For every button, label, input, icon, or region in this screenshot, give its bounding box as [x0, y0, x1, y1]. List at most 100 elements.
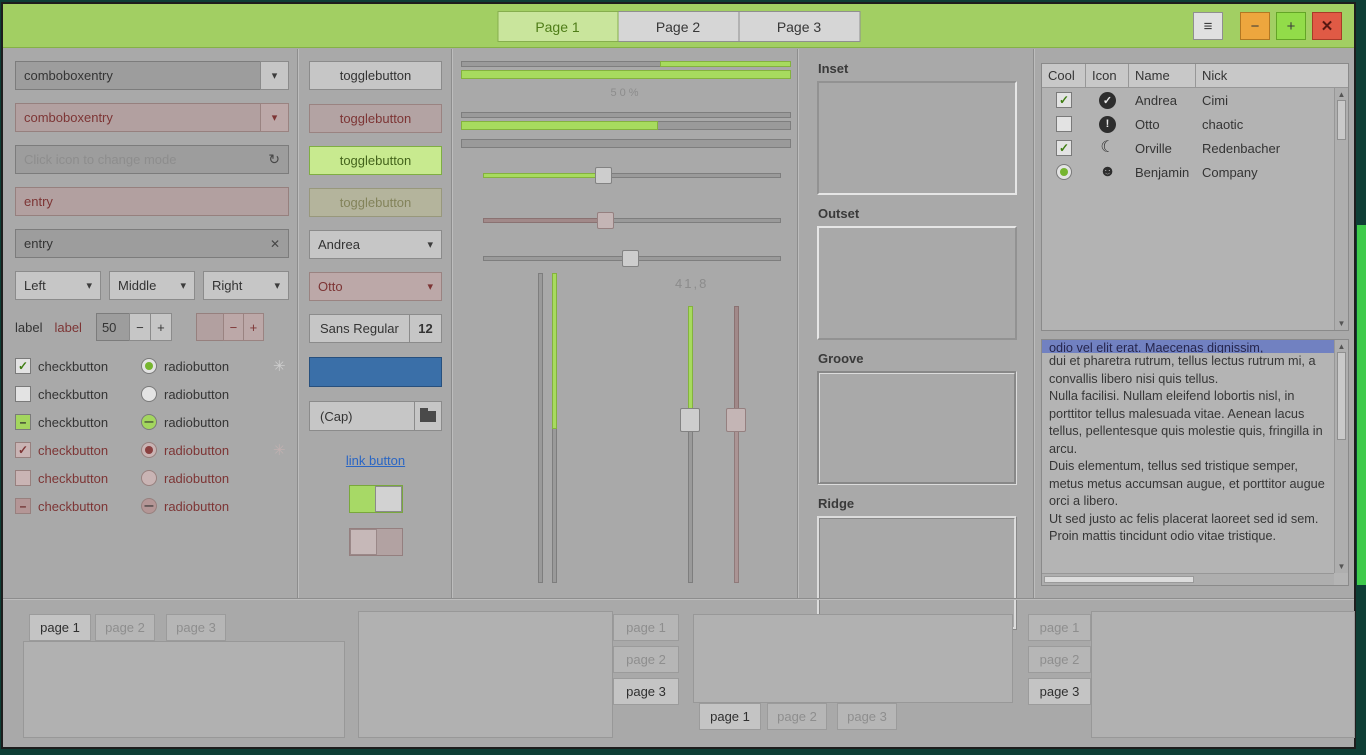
spinner-icon: ✳ — [273, 441, 286, 459]
tab-page-3[interactable]: Page 3 — [739, 11, 860, 42]
hscale-handle[interactable] — [595, 167, 612, 184]
spinbutton-input-disabled — [196, 313, 224, 341]
radio-indeterminate[interactable]: – — [141, 414, 157, 430]
column-header-icon[interactable]: Icon — [1086, 64, 1129, 88]
radiobutton-label: radiobutton — [164, 387, 267, 402]
table-row[interactable]: ! Otto chaotic — [1042, 112, 1348, 136]
text-scrollbar-vertical[interactable]: ▲ ▼ — [1334, 340, 1348, 573]
switch-handle[interactable] — [375, 486, 402, 512]
togglebutton-active[interactable]: togglebutton — [309, 146, 442, 175]
togglebutton-disabled: togglebutton — [309, 104, 442, 133]
tab-page-2[interactable]: Page 2 — [618, 11, 739, 42]
text-scrollbar-horizontal[interactable] — [1042, 573, 1334, 585]
radio-selected[interactable] — [141, 358, 157, 374]
radio-dot — [145, 446, 153, 454]
link-button[interactable]: link button — [346, 453, 405, 471]
comboboxentry-input[interactable]: comboboxentry — [15, 61, 261, 90]
column-header-cool[interactable]: Cool — [1042, 64, 1086, 88]
switch-on[interactable] — [349, 485, 403, 513]
mode-entry-placeholder: Click icon to change mode — [24, 152, 176, 167]
checkbox-checked[interactable]: ✓ — [15, 358, 31, 374]
refresh-icon[interactable]: ↻ — [268, 151, 280, 168]
scrollbar-thumb[interactable] — [1337, 352, 1346, 440]
tab-page-3[interactable]: page 3 — [613, 678, 679, 705]
mode-entry-input[interactable]: Click icon to change mode ↻ — [15, 145, 289, 174]
tab-page-1[interactable]: page 1 — [29, 614, 91, 641]
minimize-button[interactable]: − — [1240, 12, 1270, 40]
color-button[interactable] — [309, 357, 442, 387]
combo-left[interactable]: Left ▾ — [15, 271, 101, 300]
togglebutton[interactable]: togglebutton — [309, 61, 442, 90]
dash-icon: – — [20, 500, 27, 512]
column-header-name[interactable]: Name — [1129, 64, 1196, 88]
vscale-trough-handle[interactable] — [688, 306, 693, 583]
widget-factory-window: Page 1 Page 2 Page 3 ≡ − + ✕ comboboxent… — [1, 2, 1356, 749]
checkbox-unchecked[interactable] — [1056, 116, 1072, 132]
clear-icon[interactable]: ✕ — [270, 237, 280, 251]
spin-plus-icon[interactable]: + — [150, 313, 172, 341]
file-chooser-button[interactable]: (Cap) — [309, 401, 415, 431]
chevron-down-icon: ▾ — [86, 279, 92, 292]
dash-icon: – — [145, 497, 154, 515]
tab-page-3: page 3 — [166, 614, 226, 641]
font-button[interactable]: Sans Regular — [309, 314, 410, 343]
scroll-up-icon[interactable]: ▲ — [1335, 342, 1348, 351]
check-radio-row: ✓ checkbutton radiobutton ✳ — [15, 352, 289, 380]
desktop-background-strip — [1357, 225, 1366, 585]
radio-selected[interactable] — [1056, 164, 1072, 180]
tab-page-1[interactable]: page 1 — [699, 703, 761, 730]
textview[interactable]: odio vel elit erat. Maecenas dignissim, … — [1041, 339, 1349, 586]
scroll-down-icon[interactable]: ▼ — [1335, 562, 1348, 571]
spin-minus-icon[interactable]: − — [129, 313, 151, 341]
arrow-glyph: ▾ — [272, 111, 278, 124]
folder-icon[interactable] — [414, 401, 442, 431]
checkbox-unchecked[interactable] — [15, 386, 31, 402]
scroll-down-icon[interactable]: ▼ — [1335, 319, 1348, 328]
font-size-button[interactable]: 12 — [409, 314, 442, 343]
radio-unselected[interactable] — [141, 386, 157, 402]
vscale-trough-filled[interactable] — [552, 273, 557, 583]
checkbutton-label: checkbutton — [38, 415, 141, 430]
maximize-button[interactable]: + — [1276, 12, 1306, 40]
hscale-fill — [483, 173, 603, 178]
entry-input[interactable]: entry ✕ — [15, 229, 289, 258]
vscale-trough[interactable] — [538, 273, 543, 583]
combo-label: Otto — [318, 279, 427, 294]
vscale-handle[interactable] — [680, 408, 700, 432]
scrollbar-thumb[interactable] — [1337, 100, 1346, 140]
scroll-up-icon[interactable]: ▲ — [1335, 90, 1348, 99]
page-tab-bar: Page 1 Page 2 Page 3 — [497, 11, 860, 42]
menu-icon[interactable]: ≡ — [1193, 12, 1223, 40]
checkbox-checked[interactable]: ✓ — [1056, 140, 1072, 156]
column-header-nick[interactable]: Nick — [1196, 64, 1348, 88]
table-row[interactable]: ✓ ☾ Orville Redenbacher — [1042, 136, 1348, 160]
combo-right[interactable]: Right ▾ — [203, 271, 289, 300]
tab-page-1[interactable]: Page 1 — [497, 11, 618, 42]
notebook-tabs-top: page 1 page 2 page 3 — [23, 614, 345, 738]
folder-glyph — [420, 411, 436, 422]
font-size: 12 — [418, 321, 432, 336]
close-button[interactable]: ✕ — [1312, 12, 1342, 40]
checkbox-checked[interactable]: ✓ — [1056, 92, 1072, 108]
checkbox-indeterminate-disabled: – — [15, 498, 31, 514]
icon-mode-entry: Click icon to change mode ↻ — [15, 145, 289, 174]
label-spin-row: label label 50 − + − + — [15, 313, 289, 341]
spinbutton-input[interactable]: 50 — [96, 313, 130, 341]
tab-page-3[interactable]: page 3 — [1028, 678, 1091, 705]
table-row[interactable]: ✓ ✓ Andrea Cimi — [1042, 88, 1348, 112]
hscale-fill — [483, 218, 605, 223]
hscale-trough-disabled — [483, 218, 781, 223]
chevron-down-icon: ▾ — [260, 103, 289, 132]
paragraph: Ut sed justo ac felis placerat laoreet s… — [1042, 511, 1334, 546]
combo-andrea[interactable]: Andrea ▾ — [309, 230, 442, 259]
table-row[interactable]: ☻ Benjamin Company — [1042, 160, 1348, 184]
chevron-down-icon[interactable]: ▾ — [260, 61, 289, 90]
hscale-handle[interactable] — [622, 250, 639, 267]
combo-middle[interactable]: Middle ▾ — [109, 271, 195, 300]
checkbox-indeterminate[interactable]: – — [15, 414, 31, 430]
progress-fill — [461, 121, 658, 130]
frame-label-ridge: Ridge — [818, 496, 1029, 511]
tree-scrollbar[interactable]: ▲ ▼ — [1334, 88, 1348, 330]
hscale-trough[interactable] — [483, 173, 781, 178]
scrollbar-thumb[interactable] — [1044, 576, 1194, 583]
